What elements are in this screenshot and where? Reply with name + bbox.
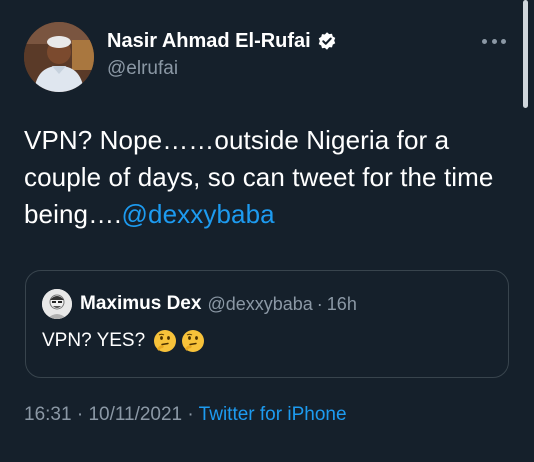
more-dot: [491, 38, 497, 44]
quoted-timestamp[interactable]: 16h: [327, 294, 357, 315]
display-name-row: Nasir Ahmad El-Rufai: [107, 28, 337, 54]
tweet-text: VPN? Nope……outside Nigeria for a couple …: [24, 122, 514, 233]
quoted-separator: ·: [316, 293, 323, 314]
quoted-author-avatar[interactable]: [42, 289, 72, 319]
author-avatar-image: [24, 22, 94, 92]
author-info: Nasir Ahmad El-Rufai @elrufai: [107, 28, 337, 80]
tweet-time[interactable]: 16:31: [24, 404, 72, 425]
tweet: Nasir Ahmad El-Rufai @elrufai VPN? Nope……: [0, 0, 534, 462]
verified-badge-icon: [317, 31, 337, 51]
tweet-source-link[interactable]: Twitter for iPhone: [199, 404, 347, 425]
more-dot: [501, 38, 506, 44]
thinking-face-emoji: [153, 329, 177, 353]
quoted-tweet-text: VPN? YES?: [42, 329, 205, 353]
quoted-text-body: VPN? YES?: [42, 330, 146, 351]
quoted-tweet[interactable]: Maximus Dex @dexxybaba · 16h VPN? YES?: [25, 270, 509, 378]
quoted-avatar-image: [42, 289, 72, 319]
more-options-icon[interactable]: [482, 38, 506, 44]
more-dot: [482, 38, 487, 44]
meta-separator: ·: [187, 404, 194, 425]
author-handle[interactable]: @elrufai: [107, 58, 337, 80]
scrollbar[interactable]: [523, 0, 528, 108]
author-display-name[interactable]: Nasir Ahmad El-Rufai: [107, 30, 311, 53]
tweet-date[interactable]: 10/11/2021: [88, 404, 182, 425]
author-avatar[interactable]: [24, 22, 94, 92]
tweet-metadata: 16:31 · 10/11/2021 · Twitter for iPhone: [24, 404, 347, 426]
meta-separator: ·: [76, 404, 84, 425]
mention-link[interactable]: @dexxybaba: [122, 199, 275, 229]
quoted-author-handle[interactable]: @dexxybaba: [207, 294, 312, 315]
thinking-face-emoji: [181, 329, 205, 353]
quoted-tweet-header: Maximus Dex @dexxybaba · 16h: [42, 289, 357, 319]
quoted-author-name[interactable]: Maximus Dex: [80, 293, 201, 315]
